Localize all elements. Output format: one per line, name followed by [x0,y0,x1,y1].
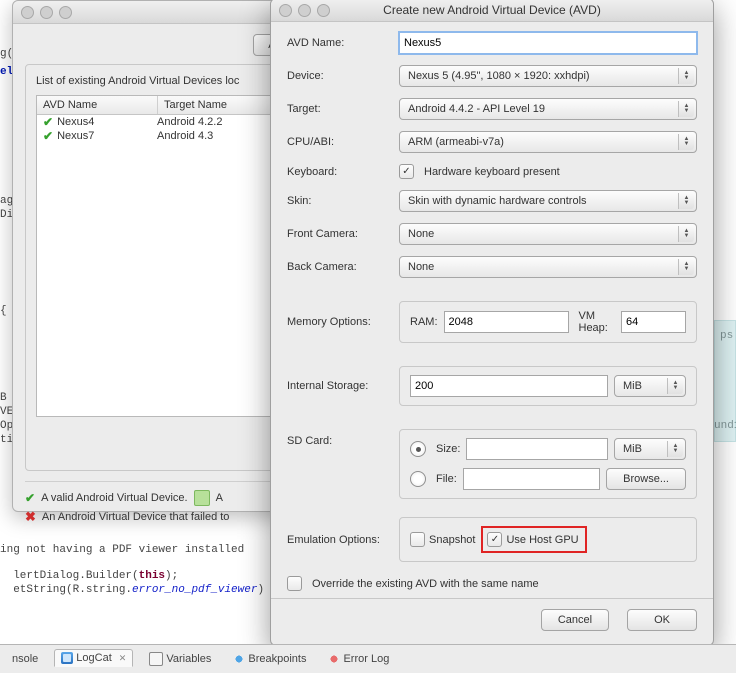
editor-line: etString(R.string.error_no_pdf_viewer) [0,572,264,596]
skin-select[interactable]: Skin with dynamic hardware controls▲▼ [399,190,697,212]
ram-input[interactable] [444,311,569,333]
bg-text: B [0,392,7,404]
back-camera-select[interactable]: None▲▼ [399,256,697,278]
sd-file-radio[interactable] [410,471,426,487]
label-front-camera: Front Camera: [287,228,399,240]
tab-console[interactable]: nsole [6,651,44,667]
label-internal-storage: Internal Storage: [287,380,399,392]
override-checkbox[interactable] [287,576,302,591]
chevron-updown-icon: ▲▼ [678,101,694,117]
browse-button[interactable]: Browse... [606,468,686,490]
chevron-updown-icon: ▲▼ [667,378,683,394]
avd-col-name[interactable]: AVD Name [37,96,158,114]
snapshot-checkbox[interactable] [410,532,425,547]
tab-error-log[interactable]: Error Log [322,651,395,667]
tab-breakpoints[interactable]: Breakpoints [227,651,312,667]
chevron-updown-icon: ▲▼ [678,259,694,275]
bg-text: { [0,305,7,317]
error-log-icon [328,653,340,665]
label-target: Target: [287,103,399,115]
repair-icon [194,490,210,506]
ram-label: RAM: [410,316,438,328]
create-avd-dialog: Create new Android Virtual Device (AVD) … [270,0,714,646]
chevron-updown-icon: ▲▼ [678,226,694,242]
check-icon: ✔ [43,130,53,142]
label-memory-options: Memory Options: [287,316,399,328]
chevron-updown-icon: ▲▼ [678,134,694,150]
tab-variables[interactable]: Variables [143,650,217,668]
chevron-updown-icon: ▲▼ [678,68,694,84]
device-select[interactable]: Nexus 5 (4.95", 1080 × 1920: xxhdpi)▲▼ [399,65,697,87]
label-keyboard: Keyboard: [287,166,399,178]
label-emulation-options: Emulation Options: [287,534,399,546]
highlight-use-host-gpu: ✓ Use Host GPU [481,526,586,553]
titlebar: Create new Android Virtual Device (AVD) [271,0,713,22]
check-icon: ✔ [25,492,35,504]
label-avd-name: AVD Name: [287,37,399,49]
label-device: Device: [287,70,399,82]
dialog-footer: Cancel OK [271,598,713,645]
snapshot-label: Snapshot [429,534,475,546]
internal-storage-unit-select[interactable]: MiB▲▼ [614,375,686,397]
emulation-options-group: Snapshot ✓ Use Host GPU [399,517,697,562]
target-select[interactable]: Android 4.4.2 - API Level 19▲▼ [399,98,697,120]
sd-size-radio[interactable] [410,441,426,457]
check-icon: ✔ [43,116,53,128]
chevron-updown-icon: ▲▼ [667,441,683,457]
tab-logcat[interactable]: LogCat ✕ [54,649,133,667]
avd-name-input[interactable] [399,32,697,54]
breakpoints-icon [233,653,245,665]
label-cpu-abi: CPU/ABI: [287,136,399,148]
error-icon: ✖ [25,510,36,523]
ok-button[interactable]: OK [627,609,697,631]
sd-card-group: Size: MiB▲▼ File: Browse... [399,429,697,499]
sd-file-label: File: [436,473,457,485]
internal-storage-group: MiB▲▼ [399,366,697,406]
cancel-button[interactable]: Cancel [541,609,609,631]
use-host-gpu-label: Use Host GPU [506,534,578,546]
front-camera-select[interactable]: None▲▼ [399,223,697,245]
sd-file-input[interactable] [463,468,600,490]
internal-storage-input[interactable] [410,375,608,397]
sd-size-unit-select[interactable]: MiB▲▼ [614,438,686,460]
vm-heap-label: VM Heap: [579,310,616,334]
close-icon[interactable]: ✕ [119,653,127,664]
label-back-camera: Back Camera: [287,261,399,273]
legend-repair-text: A [216,492,223,504]
legend-valid-text: A valid Android Virtual Device. [41,492,188,504]
bottom-view-tabs: nsole LogCat ✕ Variables Breakpoints Err… [0,644,736,673]
sd-size-input[interactable] [466,438,608,460]
zoom-window-icon[interactable] [59,6,72,19]
hw-keyboard-label: Hardware keyboard present [424,166,560,178]
label-sd-card: SD Card: [287,429,399,447]
close-window-icon[interactable] [21,6,34,19]
use-host-gpu-checkbox[interactable]: ✓ [487,532,502,547]
sd-size-label: Size: [436,443,460,455]
dialog-title: Create new Android Virtual Device (AVD) [271,3,713,17]
override-label: Override the existing AVD with the same … [312,578,539,590]
logcat-icon [61,652,73,664]
variables-icon [149,652,163,666]
editor-line: ing not having a PDF viewer installed [0,544,244,556]
legend-failed-text: An Android Virtual Device that failed to [42,511,230,523]
memory-options-group: RAM: VM Heap: [399,301,697,343]
hw-keyboard-checkbox[interactable]: ✓ [399,164,414,179]
chevron-updown-icon: ▲▼ [678,193,694,209]
scroll-strip [714,320,736,442]
vm-heap-input[interactable] [621,311,686,333]
minimize-window-icon[interactable] [40,6,53,19]
cpu-abi-select[interactable]: ARM (armeabi-v7a)▲▼ [399,131,697,153]
label-skin: Skin: [287,195,399,207]
